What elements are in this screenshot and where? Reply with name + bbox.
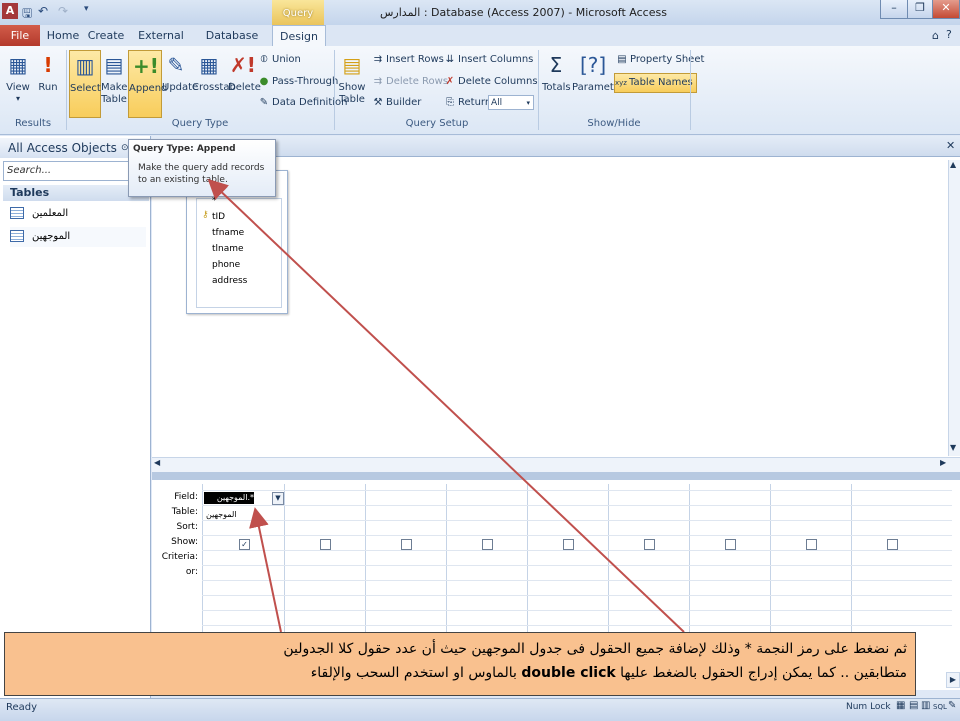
status-ready: Ready bbox=[6, 702, 38, 713]
arrow-to-asterisk-field bbox=[207, 178, 685, 633]
instruction-caption: ثم نضغط على رمز النجمة * وذلك لإضافة جمي… bbox=[4, 632, 916, 696]
caption-line-1: ثم نضغط على رمز النجمة * وذلك لإضافة جمي… bbox=[283, 641, 907, 657]
status-bar bbox=[0, 698, 960, 721]
arrow-to-field-cell bbox=[249, 507, 282, 633]
status-num-lock: Num Lock bbox=[846, 702, 891, 712]
design-view-icon[interactable]: ✎ bbox=[948, 700, 956, 711]
sql-view-icon[interactable]: SQL bbox=[933, 703, 947, 711]
datasheet-view-icon[interactable]: ▦ bbox=[896, 700, 905, 711]
pivot-chart-view-icon[interactable]: ▥ bbox=[921, 700, 930, 711]
pivot-table-view-icon[interactable]: ▤ bbox=[909, 700, 918, 711]
caption-line-2: متطابقين .. كما يمكن إدراج الحقول بالضغط… bbox=[310, 665, 907, 681]
annotation-arrows bbox=[207, 178, 685, 633]
